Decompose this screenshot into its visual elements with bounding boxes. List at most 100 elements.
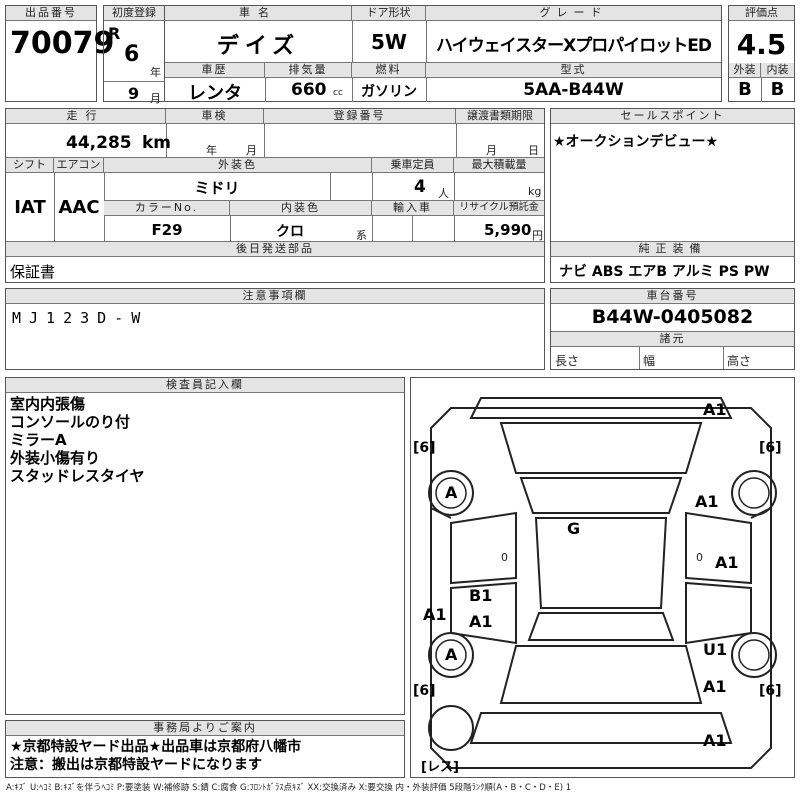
first-reg-box: 初度登録 R 6 年 9 月	[103, 5, 165, 105]
spare-tire: [レス]	[421, 760, 459, 775]
inspector-box: 検査員記入欄 室内内張傷 コンソールのり付 ミラーA 外装小傷有り スタッドレス…	[5, 377, 405, 715]
office-label: 事務局よりご案内	[6, 721, 404, 736]
inspector-label: 検査員記入欄	[6, 378, 404, 393]
history-label: 車歴	[165, 63, 265, 78]
parts-label: 後日発送部品	[6, 242, 544, 257]
caution-label: 注意事項欄	[6, 289, 544, 304]
mark-bottom: A1	[703, 731, 727, 750]
deadline-day: 日	[528, 144, 539, 157]
mark-right-rear: U1	[703, 640, 728, 659]
ac: AAC	[58, 197, 100, 218]
recycle-fee: 5,990	[484, 221, 532, 239]
capacity-unit: 人	[438, 187, 449, 200]
dims-label: 諸元	[551, 332, 794, 347]
month-unit: 月	[150, 92, 161, 105]
model-code: 5AA-B44W	[523, 80, 624, 100]
office-line: 注意：搬出は京都特設ヤードになります	[10, 757, 262, 773]
mileage-label: 走行	[6, 109, 166, 124]
lot-box: 出品番号 70079	[5, 5, 114, 102]
inspector-line: 外装小傷有り	[10, 449, 101, 467]
height-label: 高さ	[727, 354, 752, 368]
maxload-unit: kg	[528, 185, 542, 198]
mileage: 44,285	[66, 133, 132, 153]
details-box: 走行 車検 登録番号 譲渡書類期限 44,285 km 年 月 月 日 シフト …	[5, 108, 545, 283]
inspect-year-unit: 年	[206, 144, 217, 157]
score-box: 評価点 4.5 外装 内装 B B	[728, 5, 795, 102]
parts: 保証書	[10, 263, 56, 281]
year-number: 6	[124, 42, 140, 67]
ext-label: 外装	[729, 63, 761, 78]
inspector-line: コンソールのり付	[10, 413, 131, 431]
color-label: 外装色	[104, 158, 372, 173]
mark-left-front-tire: A	[445, 483, 458, 502]
lot-number: 70079	[10, 26, 115, 61]
car-outline	[428, 397, 777, 769]
fuel-label: 燃料	[352, 63, 426, 78]
score: 4.5	[736, 28, 787, 61]
car-name: デイズ	[216, 34, 301, 59]
sales-box: セールスポイント ★オークションデビュー★ 純正装備 ナビ ABS エアB アル…	[550, 108, 795, 283]
int-label: 内装	[761, 63, 794, 78]
mark-top: A1	[703, 400, 727, 419]
mark-left-b1: B1	[469, 586, 493, 605]
office-line: ★京都特設ヤード出品★出品車は京都府八幡市	[10, 739, 302, 755]
grade-label: グレード	[426, 6, 721, 21]
mileage-unit: km	[142, 133, 172, 153]
int-score: B	[770, 79, 785, 100]
mark-roof: G	[567, 519, 581, 538]
chassis-number: B44W-0405082	[591, 306, 754, 328]
score-label: 評価点	[729, 6, 794, 21]
zero-right: 0	[696, 551, 703, 564]
ext-score: B	[738, 79, 752, 100]
equipment: ナビ ABS エアB アルミ PS PW	[559, 264, 770, 280]
inspect-label: 車検	[166, 109, 264, 124]
caution-text: MJ123D-W	[12, 309, 149, 327]
tire-depth-rl: [6]	[413, 683, 436, 699]
legend: A:ｷｽﾞ U:ﾍｺﾐ B:ｷｽﾞを伴うﾍｺﾐ P:要塗装 W:補修跡 S:錆 …	[6, 783, 572, 793]
regno-label: 登録番号	[264, 109, 456, 124]
mark-left-rear-tire: A	[445, 645, 458, 664]
disp-unit: cc	[333, 88, 343, 98]
shift: IAT	[14, 197, 46, 218]
month-number: 9	[128, 84, 140, 103]
mark-left-panel: A1	[423, 605, 447, 624]
grade: ハイウェイスターXプロパイロットED	[436, 36, 712, 56]
mark-left-a1: A1	[469, 612, 493, 631]
disp-label: 排気量	[265, 63, 352, 78]
caution-box: 注意事項欄 MJ123D-W	[5, 288, 545, 370]
displacement: 660	[291, 80, 327, 100]
mark-right-bottom: A1	[703, 677, 727, 696]
inspector-notes: 室内内張傷 コンソールのり付 ミラーA 外装小傷有り スタッドレスタイヤ	[10, 395, 145, 485]
colorno-label: カラーNo.	[104, 201, 230, 216]
equip-label: 純正装備	[551, 242, 794, 257]
car-name-label: 車名	[165, 6, 352, 21]
chassis-label: 車台番号	[551, 289, 794, 304]
inspector-line: 室内内張傷	[10, 395, 86, 413]
tire-depth-fr: [6]	[759, 440, 782, 456]
chassis-box: 車台番号 B44W-0405082 諸元 長さ 幅 高さ	[550, 288, 795, 370]
tire-depth-fl: [6]	[413, 440, 436, 456]
length-label: 長さ	[555, 354, 580, 368]
color: ミドリ	[194, 179, 240, 197]
sales-label: セールスポイント	[551, 109, 794, 124]
import-label: 輸入車	[372, 201, 454, 216]
shift-label: シフト	[6, 158, 54, 173]
era: R	[108, 24, 121, 43]
inspector-line: スタッドレスタイヤ	[10, 467, 145, 485]
zero-left: 0	[501, 551, 508, 564]
car-info-box: 車名 ドア形状 グレード デイズ 5W ハイウェイスターXプロパイロットED 車…	[165, 5, 722, 104]
interior-color: クロ	[276, 224, 304, 240]
mark-right-mid: A1	[715, 553, 739, 572]
color-number: F29	[151, 221, 183, 239]
deadline-label: 譲渡書類期限	[456, 109, 544, 124]
capacity-label: 乗車定員	[372, 158, 454, 173]
ac-label: エアコン	[54, 158, 104, 173]
damage-diagram: [6] [6] [6] [6] [レス] A1 A1 A1 U1 A1 A1 A…	[410, 377, 795, 778]
inspector-line: ミラーA	[10, 431, 67, 449]
maxload-label: 最大積載量	[454, 158, 544, 173]
capacity: 4	[414, 177, 426, 197]
year-unit: 年	[150, 66, 161, 79]
mark-right-front-door: A1	[695, 492, 719, 511]
model-label: 型式	[426, 63, 721, 78]
history: レンタ	[188, 83, 242, 104]
